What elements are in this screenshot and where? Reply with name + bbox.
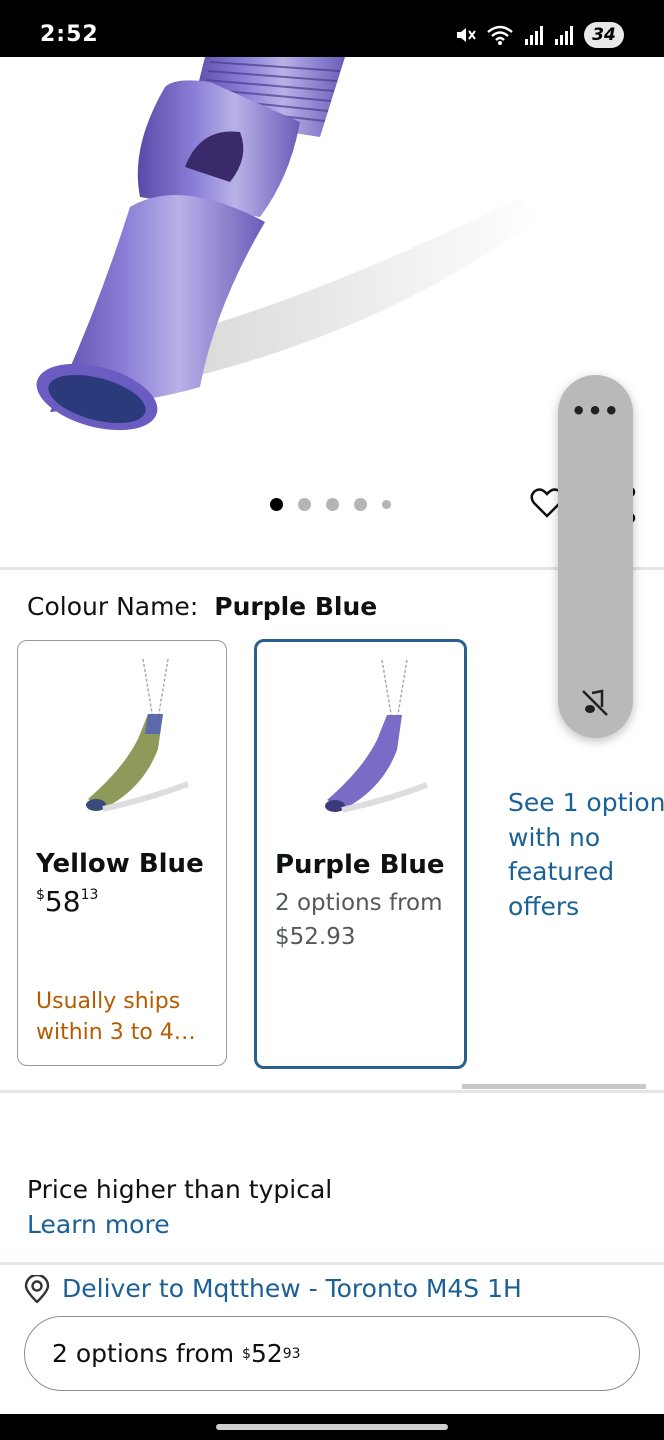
more-icon[interactable]: ••• bbox=[558, 397, 633, 425]
colour-name-value: Purple Blue bbox=[214, 592, 378, 621]
status-icons: 34 bbox=[454, 20, 624, 50]
shipping-note: Usually ships within 3 to 4… bbox=[36, 989, 196, 1045]
variant-card-yellow-blue[interactable]: Yellow Blue $5813 Usually ships within 3… bbox=[17, 640, 227, 1066]
image-pager[interactable] bbox=[270, 498, 391, 511]
variant-thumbnail bbox=[86, 659, 190, 812]
signal-icon bbox=[525, 26, 543, 45]
pager-dot[interactable] bbox=[298, 498, 311, 511]
variant-price: $5813 bbox=[36, 885, 99, 918]
status-time: 2:52 bbox=[40, 22, 99, 47]
learn-more-link[interactable]: Learn more bbox=[27, 1210, 170, 1239]
location-pin-icon bbox=[24, 1274, 50, 1303]
variant-options-price: $52.93 bbox=[275, 924, 356, 950]
battery-icon: 34 bbox=[584, 22, 624, 48]
pager-dot[interactable] bbox=[326, 498, 339, 511]
horizontal-scrollbar[interactable] bbox=[462, 1084, 646, 1089]
variant-thumbnail bbox=[325, 660, 429, 813]
system-nav-bar bbox=[0, 1414, 664, 1440]
variant-name: Purple Blue bbox=[275, 850, 445, 880]
wifi-icon bbox=[487, 25, 513, 45]
status-bar: 2:52 34 bbox=[0, 0, 664, 57]
deliver-to-link[interactable]: Deliver to Mqtthew - Toronto M4S 1H bbox=[24, 1274, 522, 1303]
home-handle[interactable] bbox=[216, 1424, 448, 1430]
options-prefix: 2 options from bbox=[52, 1339, 243, 1368]
options-button[interactable]: 2 options from $52 93 bbox=[24, 1316, 640, 1391]
price-note: Price higher than typical bbox=[27, 1175, 333, 1204]
deliver-to-text: Deliver to Mqtthew - Toronto M4S 1H bbox=[62, 1274, 522, 1303]
signal-icon bbox=[555, 26, 573, 45]
section-divider bbox=[0, 1090, 664, 1093]
floating-side-panel[interactable]: ••• bbox=[558, 375, 633, 738]
variant-name: Yellow Blue bbox=[36, 849, 204, 879]
see-option-link[interactable]: See 1 option with no featured offers bbox=[508, 786, 664, 924]
variant-options-line: 2 options from bbox=[275, 890, 443, 916]
pager-dot[interactable] bbox=[270, 498, 283, 511]
variant-card-purple-blue[interactable]: Purple Blue 2 options from $52.93 bbox=[254, 639, 467, 1069]
pager-dot[interactable] bbox=[382, 500, 391, 509]
colour-name-label: Colour Name: Purple Blue bbox=[27, 592, 377, 621]
pager-dot[interactable] bbox=[354, 498, 367, 511]
section-divider bbox=[0, 1262, 664, 1265]
sound-off-icon[interactable] bbox=[580, 687, 610, 717]
mute-icon bbox=[457, 28, 476, 42]
colour-name-key: Colour Name: bbox=[27, 592, 199, 621]
